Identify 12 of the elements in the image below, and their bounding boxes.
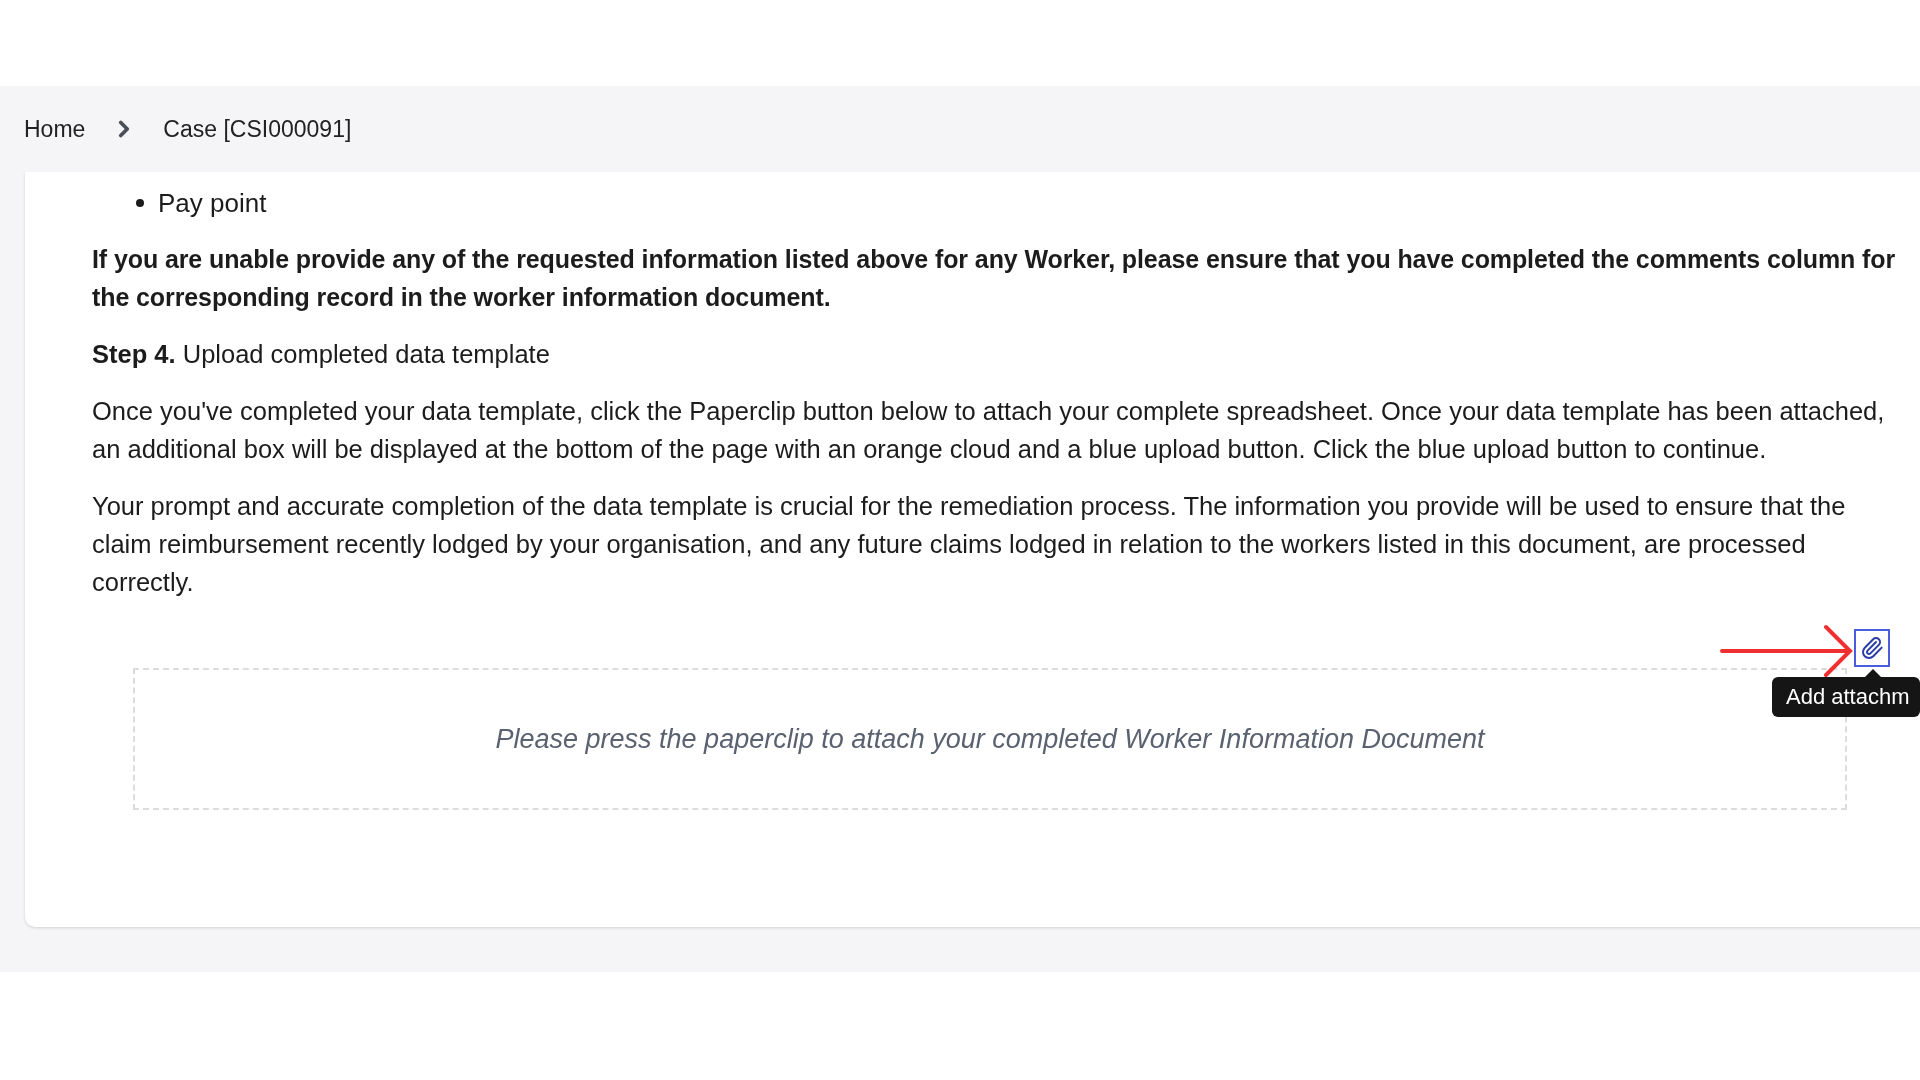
step-heading: Step 4. Upload completed data template (92, 339, 551, 370)
list-item: Pay point (158, 187, 267, 220)
paragraph: Once you've completed your data template, click the Paperclip button below to attach your complete spreadsheet. Once your data template has been attached, an additional box will be displayed at the bottom of the page with an orange cloud and a blue upload button. Click the blue upload button to continue. (92, 396, 1886, 465)
bullet-icon (136, 199, 144, 207)
paragraph: Your prompt and accurate completion of the data template is crucial for the remediation process. The information you provide will be used to ensure that the claim reimbursement recently lodged by your organisation, and any future claims lodged in relation to the workers listed in this document, are processed correctly. (92, 491, 1847, 598)
drop-zone-message: Please press the paperclip to attach your completed Worker Information Document (495, 723, 1485, 755)
breadcrumb-item[interactable]: Home (24, 115, 86, 143)
notice-text: If you are unable provide any of the requested information listed above for any Worker, please ensure that you have completed the comments column for the corresponding record in the worker information document. (92, 244, 1897, 313)
breadcrumb-item: Case [CSI000091] (163, 115, 352, 143)
attach-button[interactable] (1854, 629, 1890, 667)
paperclip-icon (1860, 636, 1884, 660)
tooltip-pointer (1864, 669, 1882, 678)
